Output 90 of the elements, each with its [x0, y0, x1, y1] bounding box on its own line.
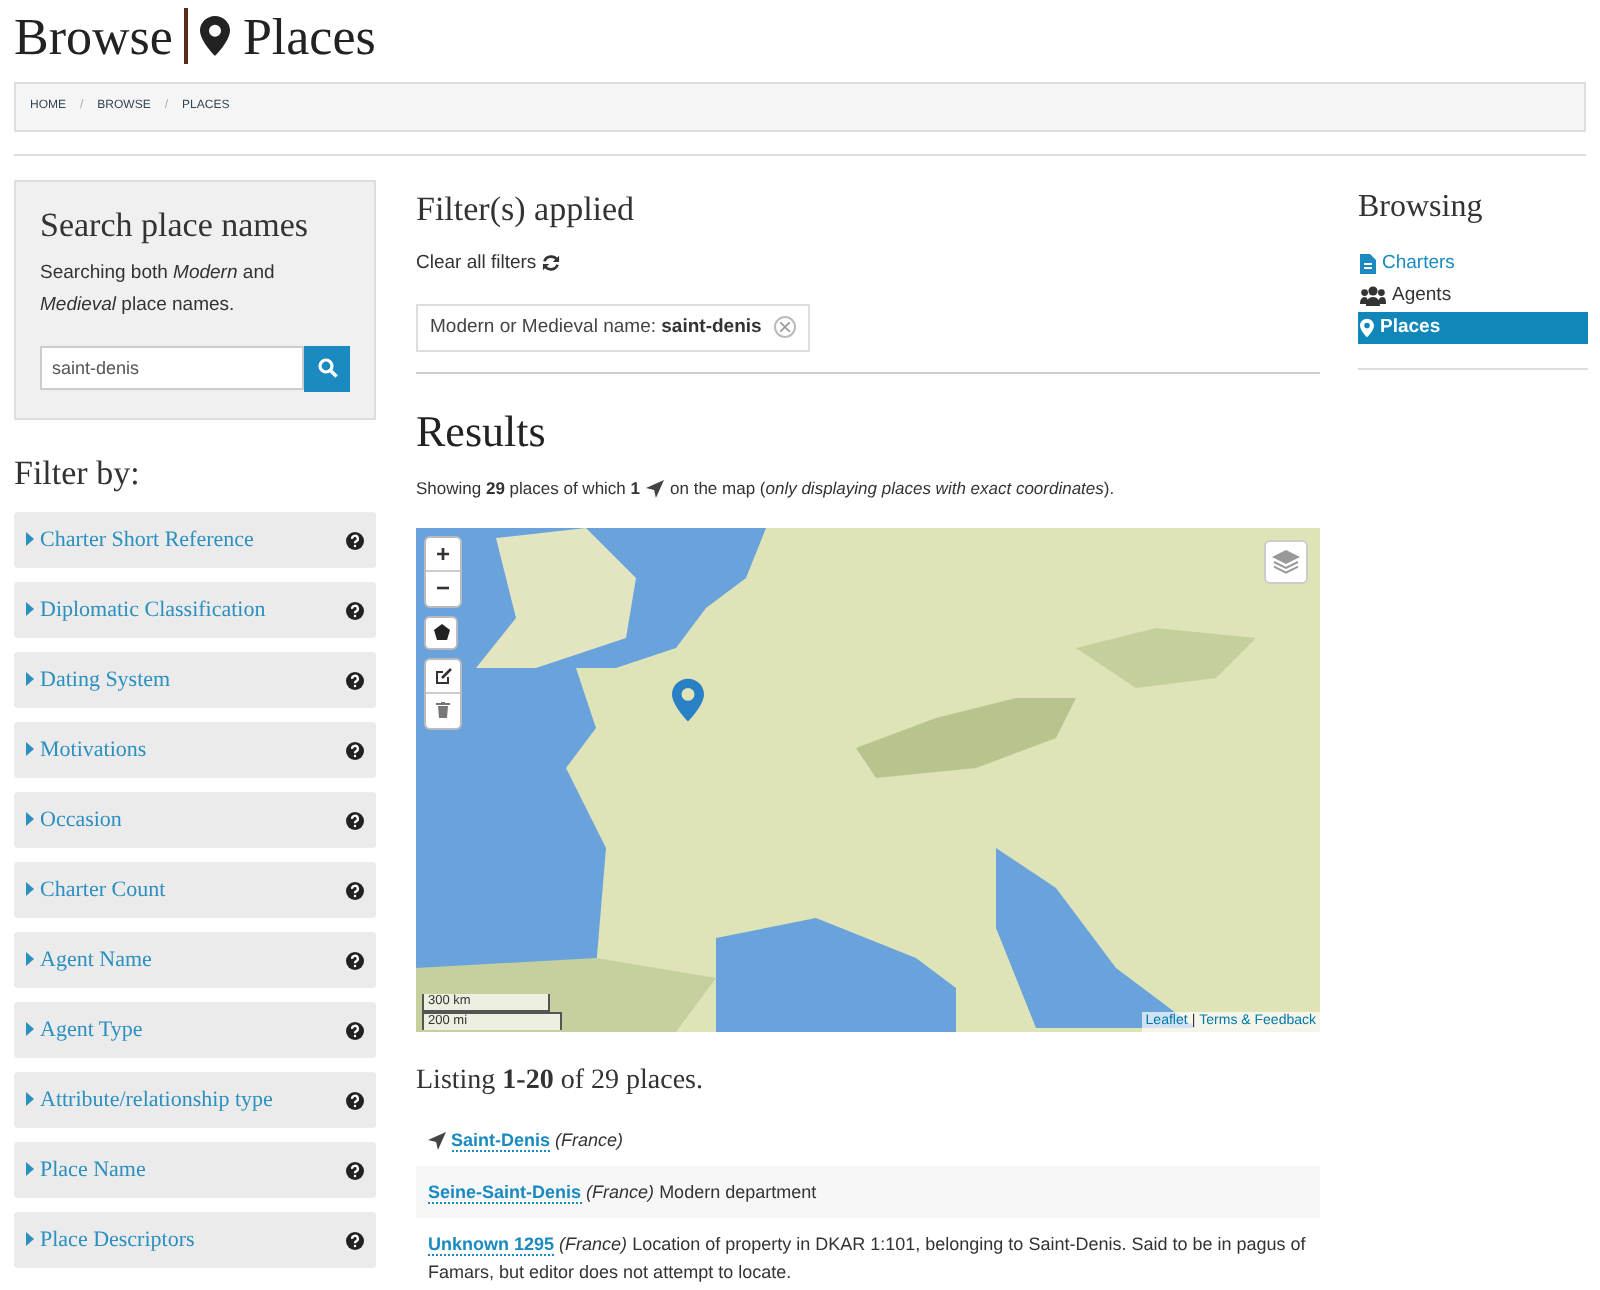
- help-icon: [346, 882, 364, 900]
- filter-item[interactable]: Agent Name: [14, 932, 376, 988]
- caret-icon: [26, 1232, 34, 1246]
- filter-item[interactable]: Place Name: [14, 1142, 376, 1198]
- section-nav-link[interactable]: Places: [1358, 312, 1588, 344]
- layers-icon: [1272, 549, 1300, 573]
- search-field[interactable]: saint-denis: [40, 345, 304, 389]
- caret-icon: [26, 952, 34, 966]
- close-icon: [779, 322, 790, 333]
- map-pin-icon: [200, 14, 231, 58]
- filter-label: Occasion: [40, 808, 122, 832]
- help-icon: [346, 672, 364, 690]
- clear-filters-link[interactable]: Clear all filters: [416, 249, 561, 278]
- section-nav-link[interactable]: Charters: [1358, 248, 1588, 280]
- filter-tag-label: Modern or Medieval name: saint-denis: [430, 313, 762, 342]
- search-button[interactable]: [304, 345, 350, 391]
- refresh-icon: [542, 254, 561, 273]
- section-title: Filter(s) applied: [416, 188, 637, 232]
- filter-label: Charter Count: [40, 878, 166, 902]
- filter-item[interactable]: Charter Count: [14, 862, 376, 918]
- filter-item[interactable]: Attribute/relationship type: [14, 1072, 376, 1128]
- layers-button[interactable]: [1264, 539, 1308, 583]
- help-icon: [346, 742, 364, 760]
- help-icon: [346, 532, 364, 550]
- help-icon: [346, 812, 364, 830]
- draw-polygon-button[interactable]: [424, 615, 458, 649]
- place-entry: Seine-Saint-Denis (France) Modern department: [428, 1179, 819, 1205]
- filter-label: Motivations: [40, 738, 147, 762]
- section-nav-link[interactable]: Agents: [1358, 280, 1588, 312]
- polygon-icon: [433, 624, 449, 640]
- filter-label: Agent Type: [40, 1018, 143, 1042]
- edit-button[interactable]: [426, 659, 460, 693]
- help-icon: [346, 952, 364, 970]
- remove-filter-button[interactable]: [773, 316, 796, 339]
- help-icon: [346, 1022, 364, 1040]
- map-marker-icon: [672, 675, 704, 723]
- place-link[interactable]: Seine-Saint-Denis: [428, 1181, 582, 1203]
- filter-item[interactable]: Diplomatic Classification: [14, 582, 376, 638]
- filter-item[interactable]: Place Descriptors: [14, 1212, 376, 1268]
- place-entry: Unknown 1295 (France) Location of property in DKAR 1:101, belonging to Saint-Denis. Said to be in pagus of Famars, but editor does not attempt to locate.: [428, 1231, 1308, 1285]
- filter-label: Agent Name: [40, 948, 152, 972]
- place-link[interactable]: Unknown 1295: [428, 1233, 555, 1255]
- help-icon: [346, 1092, 364, 1110]
- caret-icon: [26, 812, 34, 826]
- users-icon: [1360, 286, 1386, 306]
- zoom-in-button[interactable]: +: [426, 537, 460, 571]
- results-summary: on the map (only displaying places with exact coordinates).: [670, 475, 1115, 501]
- search-icon: [317, 358, 337, 378]
- filter-label: Place Descriptors: [40, 1228, 195, 1252]
- section-title: Filter by:: [14, 451, 142, 496]
- trash-icon: [436, 702, 450, 718]
- caret-icon: [26, 602, 34, 616]
- help-icon: [346, 1232, 364, 1250]
- filter-label: Charter Short Reference: [40, 528, 254, 552]
- place-link[interactable]: Saint-Denis: [451, 1129, 551, 1151]
- filter-label: Dating System: [40, 668, 171, 692]
- filter-label: Diplomatic Classification: [40, 598, 266, 622]
- filter-item[interactable]: Dating System: [14, 652, 376, 708]
- filter-item[interactable]: Charter Short Reference: [14, 512, 376, 568]
- caret-icon: [26, 1092, 34, 1106]
- section-title: Results: [416, 403, 548, 460]
- location-arrow-icon: [428, 1131, 446, 1150]
- panel-title: Search place names: [40, 204, 311, 248]
- section-title: Browsing: [1358, 188, 1485, 228]
- page-title: Browse: [14, 5, 173, 69]
- filter-label: Place Name: [40, 1158, 146, 1182]
- caret-icon: [26, 1022, 34, 1036]
- caret-icon: [26, 672, 34, 686]
- caret-icon: [26, 1162, 34, 1176]
- filter-label: Attribute/relationship type: [40, 1088, 273, 1112]
- help-icon: [346, 1162, 364, 1180]
- search-description: Searching both Modern and Medieval place names.: [40, 259, 277, 319]
- filter-item[interactable]: Agent Type: [14, 1002, 376, 1058]
- document-icon: [1360, 254, 1376, 274]
- listing-heading: Listing 1-20 of 29 places.: [416, 1063, 705, 1099]
- results-summary: Showing 29 places of which 1: [416, 475, 641, 501]
- caret-icon: [26, 532, 34, 546]
- map-pin-icon: [1360, 318, 1374, 338]
- title-divider: [184, 8, 189, 64]
- help-icon: [346, 602, 364, 620]
- filter-item[interactable]: Motivations: [14, 722, 376, 778]
- caret-icon: [26, 882, 34, 896]
- zoom-out-button[interactable]: −: [426, 571, 460, 605]
- filter-item[interactable]: Occasion: [14, 792, 376, 848]
- location-arrow-icon: [646, 479, 665, 498]
- delete-button[interactable]: [426, 693, 460, 727]
- place-entry: Saint-Denis (France): [428, 1125, 1308, 1153]
- edit-icon: [435, 667, 451, 683]
- page-title: Places: [242, 5, 376, 69]
- caret-icon: [26, 742, 34, 756]
